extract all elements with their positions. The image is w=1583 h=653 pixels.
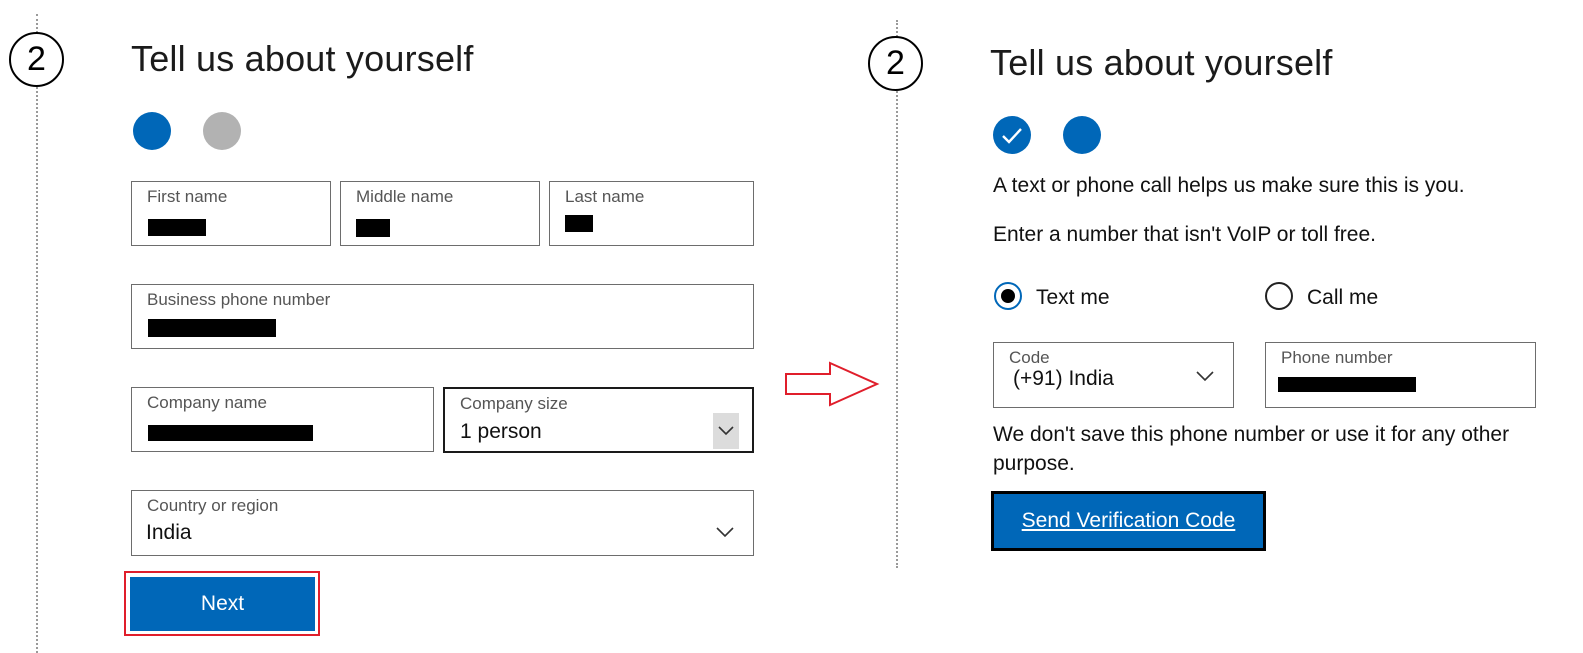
chevron-down-icon — [716, 527, 734, 538]
verification-info-text: A text or phone call helps us make sure … — [993, 174, 1465, 197]
chevron-down-icon — [1196, 371, 1214, 382]
page-title: Tell us about yourself — [990, 42, 1333, 83]
phone-number-field[interactable]: Phone number — [1265, 342, 1536, 408]
first-name-label: First name — [147, 187, 228, 206]
phone-hint-text: Enter a number that isn't VoIP or toll f… — [993, 223, 1376, 246]
first-name-redaction — [148, 219, 206, 236]
last-name-redaction — [565, 215, 593, 232]
country-code-value: (+91) India — [1013, 367, 1114, 390]
country-region-label: Country or region — [147, 496, 279, 515]
country-region-value: India — [146, 521, 192, 544]
step-connector-line — [896, 20, 898, 568]
page-title: Tell us about yourself — [131, 38, 474, 79]
chevron-down-icon — [718, 426, 734, 436]
middle-name-redaction — [356, 219, 390, 237]
company-size-dropdown-button[interactable] — [713, 413, 739, 449]
company-name-label: Company name — [147, 393, 268, 412]
middle-name-label: Middle name — [356, 187, 454, 206]
send-verification-code-button[interactable]: Send Verification Code — [991, 491, 1266, 551]
progress-dot-current — [1063, 116, 1101, 154]
progress-dot-current — [133, 112, 171, 150]
step-connector-line — [36, 14, 38, 653]
phone-number-label: Phone number — [1281, 348, 1393, 367]
radio-selected-dot — [1001, 289, 1015, 303]
step-number-badge: 2 — [868, 36, 923, 91]
middle-name-field[interactable]: Middle name — [340, 181, 540, 246]
phone-privacy-disclaimer: We don't save this phone number or use i… — [993, 423, 1510, 475]
company-size-select[interactable]: Company size 1 person — [443, 387, 754, 453]
business-phone-redaction — [148, 319, 276, 337]
text-me-label[interactable]: Text me — [1036, 286, 1110, 310]
phone-number-redaction — [1278, 377, 1416, 392]
company-size-value: 1 person — [460, 420, 542, 443]
arrow-right-icon — [785, 361, 880, 407]
text-me-radio[interactable] — [994, 282, 1022, 310]
company-name-redaction — [148, 425, 313, 441]
call-me-label[interactable]: Call me — [1307, 286, 1378, 310]
country-code-select[interactable]: Code (+91) India — [993, 342, 1234, 408]
progress-dot-completed — [993, 116, 1031, 154]
call-me-radio[interactable] — [1265, 282, 1293, 310]
company-size-label: Company size — [460, 394, 568, 413]
country-region-select[interactable]: Country or region India — [131, 490, 754, 556]
step-number-badge: 2 — [9, 32, 64, 87]
first-name-field[interactable]: First name — [131, 181, 331, 246]
checkmark-icon — [1002, 128, 1022, 144]
next-button[interactable]: Next — [130, 577, 315, 631]
business-phone-field[interactable]: Business phone number — [131, 284, 754, 349]
progress-dot-next — [203, 112, 241, 150]
country-code-label: Code — [1009, 348, 1050, 367]
business-phone-label: Business phone number — [147, 290, 331, 309]
step-number: 2 — [886, 44, 905, 82]
last-name-field[interactable]: Last name — [549, 181, 754, 246]
last-name-label: Last name — [565, 187, 645, 206]
step-number: 2 — [27, 40, 46, 78]
company-name-field[interactable]: Company name — [131, 387, 434, 452]
